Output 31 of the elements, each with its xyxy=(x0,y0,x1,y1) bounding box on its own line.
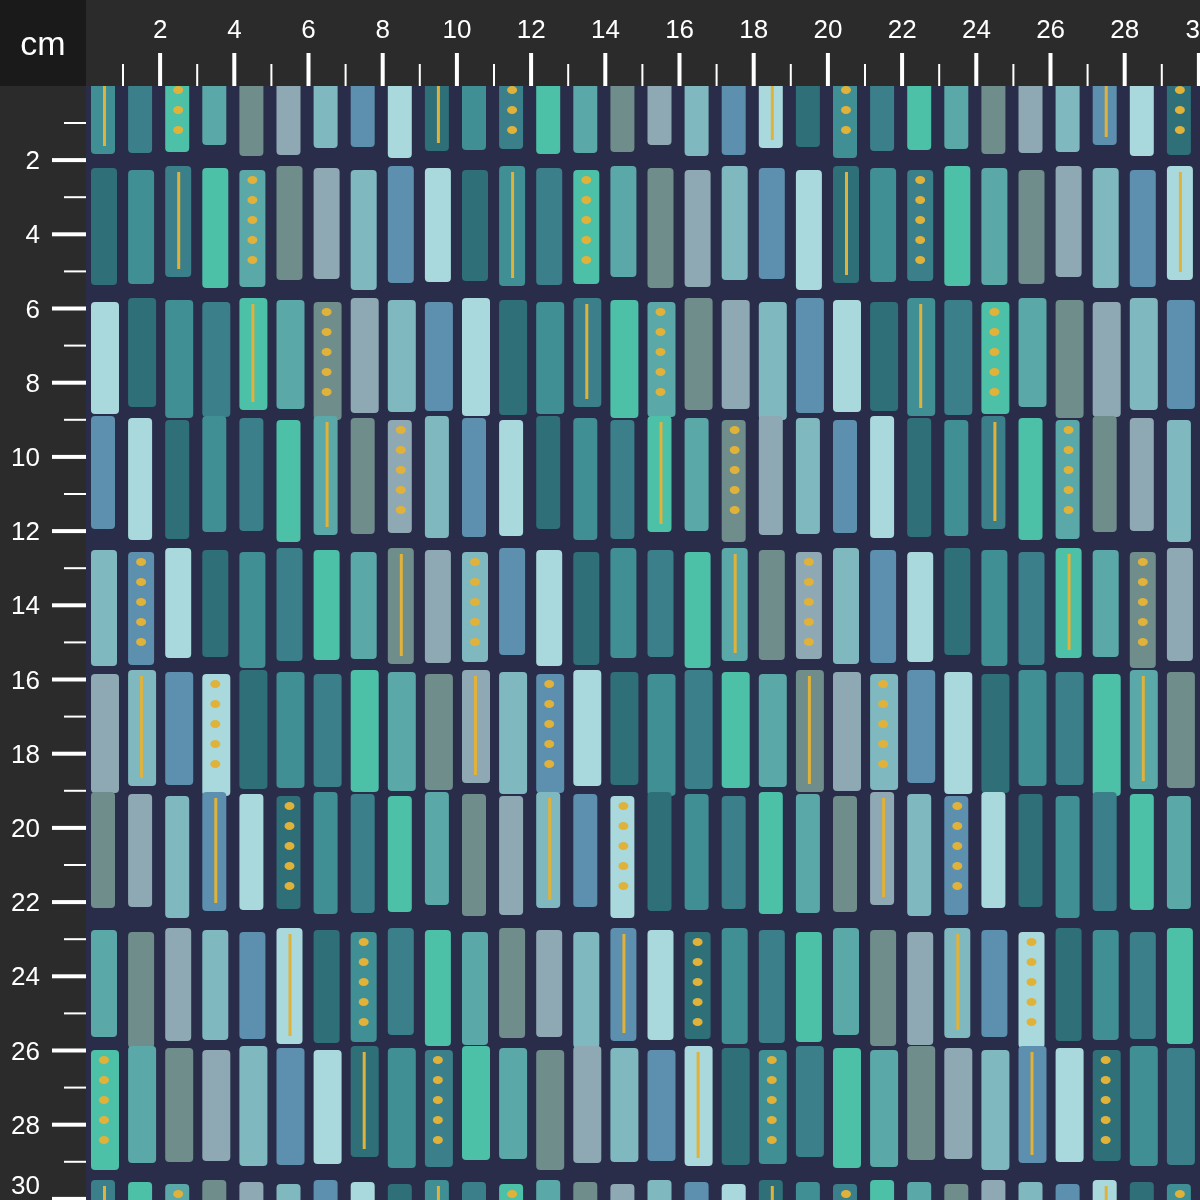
ruler-number: 3 xyxy=(1185,14,1200,44)
ruler-number: 18 xyxy=(739,14,769,44)
ruler-number: 8 xyxy=(375,14,391,44)
ruler-number: 18 xyxy=(11,738,40,769)
ruler-number: 22 xyxy=(11,887,40,918)
ruler-number: 12 xyxy=(516,14,546,44)
ruler-number: 10 xyxy=(11,442,40,472)
ruler-number: 30 xyxy=(11,1170,40,1200)
ruler-number: 26 xyxy=(1036,14,1066,44)
ruler-number: 8 xyxy=(25,367,40,398)
ruler-number: 24 xyxy=(961,14,991,44)
ruler-number: 2 xyxy=(152,14,168,44)
ruler-number: 26 xyxy=(11,1035,40,1066)
ruler-number: 20 xyxy=(11,813,40,843)
ruler-number: 24 xyxy=(11,961,40,992)
ruler-number: 20 xyxy=(813,14,843,44)
ruler-number: 6 xyxy=(301,14,316,44)
unit-label: cm xyxy=(20,23,66,63)
ruler-number: 22 xyxy=(887,14,917,44)
ruler-number: 28 xyxy=(11,1109,40,1140)
ruler-number: 4 xyxy=(25,219,40,250)
ruler-number: 2 xyxy=(25,145,40,176)
ruler-number: 4 xyxy=(227,14,242,44)
ruler-number: 10 xyxy=(442,14,472,44)
ruler-number: 14 xyxy=(11,590,40,621)
ruler-number: 12 xyxy=(11,516,40,547)
ruler-number: 16 xyxy=(665,14,695,44)
ruler-number: 6 xyxy=(25,293,40,324)
ruler-number: 16 xyxy=(11,664,40,695)
ruler-number: 14 xyxy=(590,14,620,44)
ruler-number: 28 xyxy=(1110,14,1140,44)
